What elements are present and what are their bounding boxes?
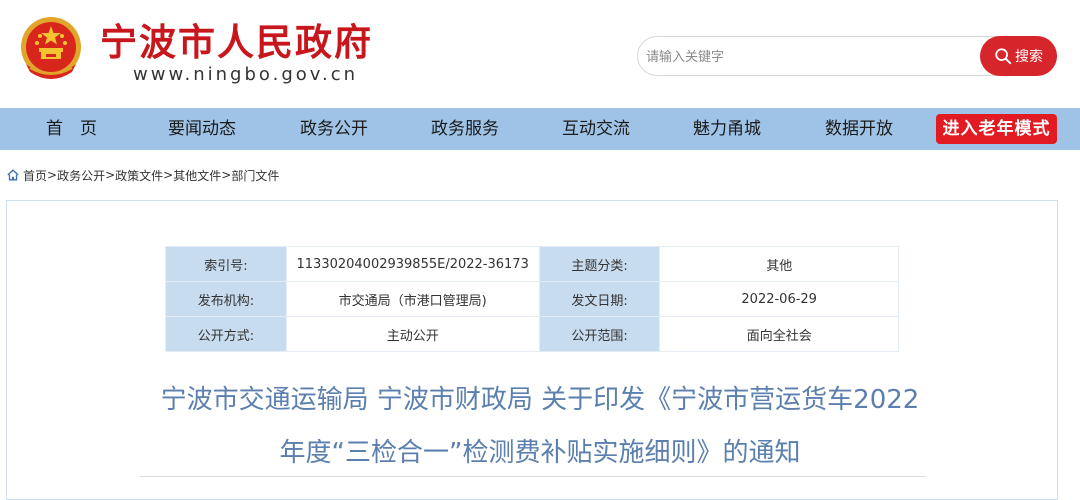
meta-value-scope: 面向全社会 <box>659 316 899 352</box>
nav-item-city[interactable]: 魅力甬城 <box>693 108 761 150</box>
nav-item-interaction[interactable]: 互动交流 <box>562 108 630 150</box>
site-header: 宁波市人民政府 www.ningbo.gov.cn 搜索 <box>0 0 1080 108</box>
breadcrumb-separator: > <box>163 168 174 182</box>
title-divider <box>140 476 926 477</box>
table-row: 索引号: 11330204002939855E/2022-36173 主题分类:… <box>165 246 899 282</box>
breadcrumb-gov-affairs[interactable]: 政务公开 <box>57 167 105 184</box>
document-meta-table: 索引号: 11330204002939855E/2022-36173 主题分类:… <box>165 246 899 352</box>
search-button-label: 搜索 <box>1015 49 1043 65</box>
breadcrumb: 首页 > 政务公开 > 政策文件 > 其他文件 > 部门文件 <box>6 166 279 184</box>
meta-value-date: 2022-06-29 <box>659 281 899 317</box>
site-title[interactable]: 宁波市人民政府 <box>100 12 373 66</box>
nav-item-news[interactable]: 要闻动态 <box>168 108 236 150</box>
site-url: www.ningbo.gov.cn <box>133 64 359 85</box>
meta-label-index: 索引号: <box>165 246 287 282</box>
nav-item-gov-services[interactable]: 政务服务 <box>431 108 499 150</box>
meta-value-publisher: 市交通局（市港口管理局) <box>285 281 540 317</box>
national-emblem-icon[interactable] <box>16 14 86 84</box>
main-nav: 首 页 要闻动态 政务公开 政务服务 互动交流 魅力甬城 数据开放 进入老年模式 <box>0 108 1080 150</box>
search-input[interactable] <box>646 46 966 68</box>
document-title-line-2: 年度“三检合一”检测费补贴实施细则》的通知 <box>279 438 801 468</box>
elder-mode-button[interactable]: 进入老年模式 <box>936 114 1057 144</box>
meta-label-disclosure: 公开方式: <box>165 316 287 352</box>
meta-value-disclosure: 主动公开 <box>285 316 540 352</box>
nav-item-gov-affairs[interactable]: 政务公开 <box>300 108 368 150</box>
meta-label-date: 发文日期: <box>538 281 661 317</box>
nav-item-home[interactable]: 首 页 <box>46 108 97 150</box>
search-icon <box>995 48 1012 65</box>
meta-label-category: 主题分类: <box>538 246 661 282</box>
nav-item-open-data[interactable]: 数据开放 <box>825 108 893 150</box>
table-row: 公开方式: 主动公开 公开范围: 面向全社会 <box>165 316 899 352</box>
home-icon <box>7 169 19 181</box>
breadcrumb-other-docs[interactable]: 其他文件 <box>173 167 221 184</box>
document-title: 宁波市交通运输局 宁波市财政局 关于印发《宁波市营运货车2022 年度“三检合一… <box>120 374 960 480</box>
breadcrumb-separator: > <box>221 168 232 182</box>
table-row: 发布机构: 市交通局（市港口管理局) 发文日期: 2022-06-29 <box>165 281 899 317</box>
breadcrumb-home[interactable]: 首页 <box>23 167 47 184</box>
meta-value-index: 11330204002939855E/2022-36173 <box>285 246 540 282</box>
breadcrumb-policy-docs[interactable]: 政策文件 <box>115 167 163 184</box>
meta-label-scope: 公开范围: <box>538 316 661 352</box>
document-title-line-1: 宁波市交通运输局 宁波市财政局 关于印发《宁波市营运货车2022 <box>160 385 920 415</box>
meta-label-publisher: 发布机构: <box>165 281 287 317</box>
breadcrumb-separator: > <box>105 168 116 182</box>
breadcrumb-dept-docs[interactable]: 部门文件 <box>231 167 279 184</box>
search-box: 搜索 <box>637 36 1057 76</box>
breadcrumb-separator: > <box>47 168 58 182</box>
search-button[interactable]: 搜索 <box>980 36 1057 76</box>
meta-value-category: 其他 <box>659 246 899 282</box>
